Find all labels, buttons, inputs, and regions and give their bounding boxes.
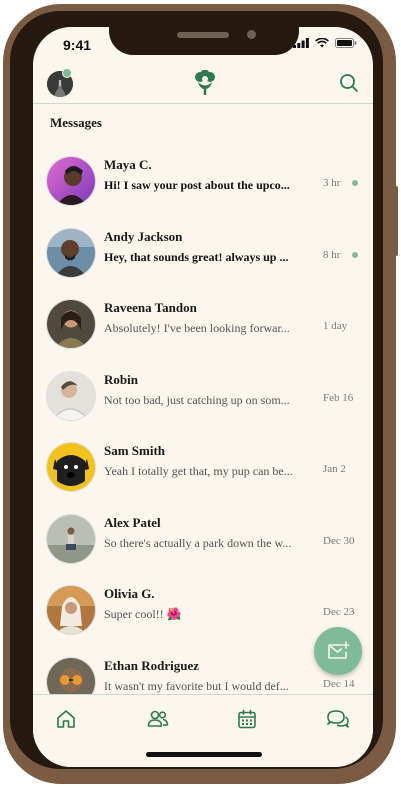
contact-name: Olivia G. xyxy=(104,586,155,601)
message-row[interactable]: Alex Patel So there's actually a park do… xyxy=(33,507,373,579)
message-row[interactable]: Maya C. Hi! I saw your post about the up… xyxy=(33,149,373,221)
home-indicator[interactable] xyxy=(146,752,262,757)
app-header xyxy=(33,65,373,104)
message-time: 8 hr xyxy=(323,248,341,261)
side-button xyxy=(3,112,8,142)
contact-name: Robin xyxy=(104,371,138,387)
chat-bubbles-icon xyxy=(327,710,349,728)
message-time: Dec 14 xyxy=(323,677,355,690)
contact-name: Raveena Tandon xyxy=(104,300,197,315)
device-notch xyxy=(109,27,299,55)
message-time: Dec 30 xyxy=(323,534,355,547)
message-preview: It wasn't my favorite but I would def... xyxy=(104,678,289,693)
flower-logo-icon[interactable] xyxy=(193,70,217,96)
tab-calendar[interactable] xyxy=(233,705,261,733)
unread-dot xyxy=(352,251,358,258)
message-time: Feb 16 xyxy=(323,391,354,404)
tab-home[interactable] xyxy=(52,705,80,733)
message-row[interactable]: Raveena Tandon Absolutely! I've been loo… xyxy=(33,292,373,364)
battery-icon xyxy=(335,38,357,48)
message-time: Dec 23 xyxy=(323,606,355,618)
message-preview: Super cool!! 🌺 xyxy=(104,607,182,621)
status-icons xyxy=(293,38,357,48)
contact-name: Andy Jackson xyxy=(104,228,183,244)
message-preview: So there's actually a park down the w... xyxy=(104,535,292,550)
side-button xyxy=(3,168,8,218)
search-icon[interactable] xyxy=(339,73,359,93)
app-screen: 9:41 Messages Maya C. Hi! I saw your pos… xyxy=(33,27,373,767)
avatar xyxy=(46,227,96,278)
avatar-image xyxy=(47,300,95,348)
avatar-image xyxy=(47,371,95,420)
message-row[interactable]: Robin Not too bad, just catching up on s… xyxy=(33,364,373,436)
avatar-image xyxy=(47,228,95,277)
avatar xyxy=(46,442,96,492)
avatar xyxy=(46,370,96,421)
avatar-image xyxy=(47,157,95,205)
contact-name: Ethan Rodriguez xyxy=(104,657,199,673)
home-icon xyxy=(57,710,75,728)
contact-name: Sam Smith xyxy=(104,443,166,458)
avatar-image xyxy=(47,586,95,634)
message-preview: Hi! I saw your post about the upco... xyxy=(104,178,290,192)
tab-people[interactable] xyxy=(144,705,172,733)
wifi-icon xyxy=(315,38,329,48)
avatar xyxy=(46,585,96,635)
message-preview: Absolutely! I've been looking forwar... xyxy=(104,321,290,335)
message-preview: Not too bad, just catching up on som... xyxy=(104,392,290,407)
compose-button[interactable] xyxy=(314,627,362,675)
contact-name: Alex Patel xyxy=(104,514,161,530)
message-time: Jan 2 xyxy=(323,463,346,475)
message-preview: Yeah I totally get that, my pup can be..… xyxy=(104,464,293,478)
side-button xyxy=(393,186,398,256)
avatar xyxy=(46,299,96,349)
avatar xyxy=(46,156,96,206)
camera-dot xyxy=(247,30,256,39)
compose-mail-icon xyxy=(328,641,349,659)
avatar-image xyxy=(47,514,95,563)
message-row[interactable]: Andy Jackson Hey, that sounds great! alw… xyxy=(33,221,373,293)
calendar-icon xyxy=(238,709,256,729)
message-time: 3 hr xyxy=(323,177,341,189)
message-row[interactable]: Sam Smith Yeah I totally get that, my pu… xyxy=(33,435,373,507)
side-button xyxy=(3,236,8,286)
avatar xyxy=(46,513,96,564)
avatar-image xyxy=(47,443,95,491)
unread-dot xyxy=(352,180,358,186)
online-status-dot xyxy=(62,68,72,78)
section-title: Messages xyxy=(50,115,102,130)
tab-messages[interactable] xyxy=(324,705,352,733)
message-preview: Hey, that sounds great! always up ... xyxy=(104,249,289,264)
message-time: 1 day xyxy=(323,320,348,332)
status-time: 9:41 xyxy=(63,37,92,53)
contact-name: Maya C. xyxy=(104,157,152,172)
speaker-grill xyxy=(177,32,229,38)
people-icon xyxy=(147,710,169,727)
